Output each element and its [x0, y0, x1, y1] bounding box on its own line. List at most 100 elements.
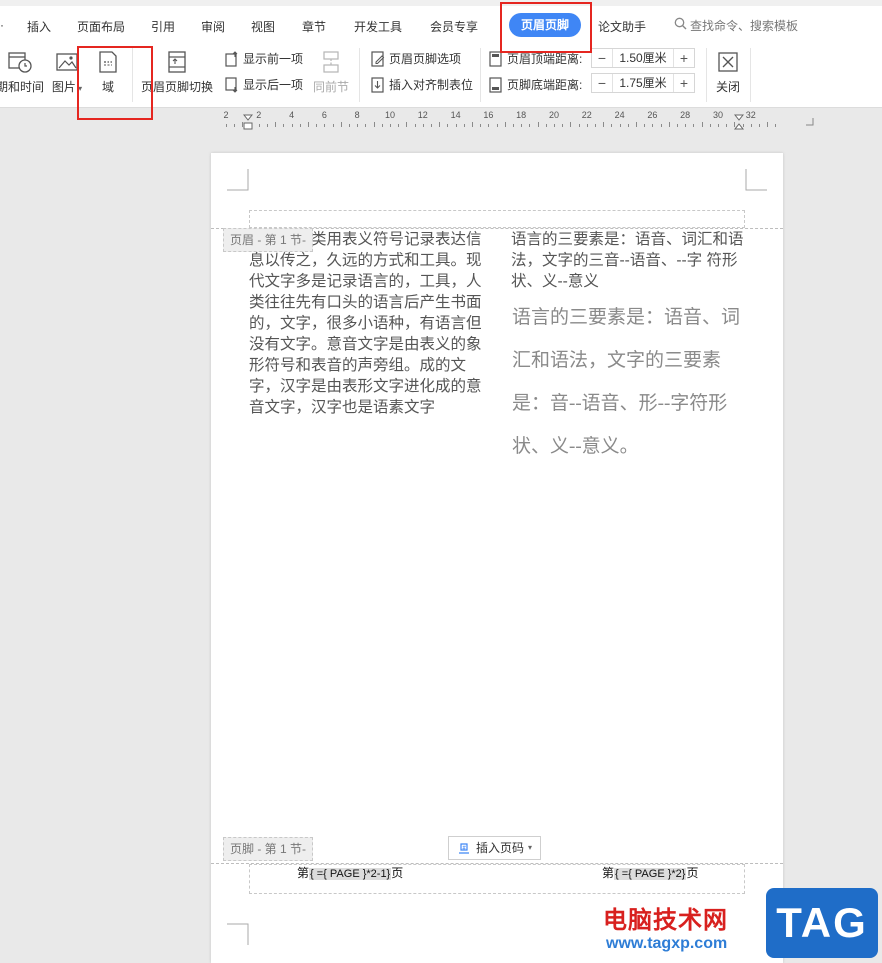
- header-footer-options-button[interactable]: 页眉页脚选项: [370, 50, 461, 67]
- ruler-tick: [258, 124, 260, 127]
- top-right-margin-mark: [745, 169, 767, 191]
- tab-references[interactable]: 引用: [151, 18, 175, 35]
- ruler-tick: [627, 124, 629, 127]
- right-column-text[interactable]: 语言的三要素是：语音、词汇和语法，文字的三音--语音、--字 符形状、义--意义: [511, 229, 751, 292]
- picture-label: 图片: [51, 80, 76, 94]
- tab-developer[interactable]: 开发工具: [354, 18, 402, 35]
- show-next-button[interactable]: 显示后一项: [224, 76, 303, 93]
- ruler-tick: [349, 124, 350, 127]
- ruler-number: 28: [680, 110, 691, 120]
- footer-bottom-distance-label-group: 页脚底端距离:: [488, 76, 582, 93]
- ruler-number: 20: [548, 110, 560, 120]
- show-previous-button[interactable]: 显示前一项: [224, 50, 303, 67]
- ruler-number: 12: [417, 110, 428, 120]
- ruler-corner-mark: [806, 118, 814, 126]
- header-top-distance-value[interactable]: 1.50厘米: [612, 49, 674, 67]
- tab-member[interactable]: 会员专享: [430, 18, 478, 35]
- ruler-number: 16: [483, 110, 494, 120]
- title-strip: [0, 0, 882, 6]
- date-time-button[interactable]: 期和时间: [0, 50, 46, 95]
- previous-page-icon: [225, 50, 238, 67]
- increase-button[interactable]: +: [674, 74, 694, 92]
- ruler-tick: [406, 122, 408, 127]
- tab-view[interactable]: 视图: [251, 18, 275, 35]
- ruler-tick: [693, 124, 695, 127]
- ruler-number: 30: [712, 110, 724, 120]
- ruler-number: 4: [289, 110, 295, 120]
- insert-align-tab-button[interactable]: 插入对齐制表位: [370, 76, 473, 93]
- ruler-tick: [504, 122, 506, 127]
- ruler-tick: [447, 124, 449, 127]
- ruler-tick: [439, 122, 441, 127]
- image-icon: [56, 53, 78, 71]
- ruler-tick: [603, 122, 605, 127]
- header-top-distance-spinner[interactable]: − 1.50厘米 +: [591, 48, 695, 68]
- ruler-tick: [431, 124, 432, 127]
- ruler-tick: [381, 124, 383, 127]
- right-column-serif-text[interactable]: 语言的三要素是：语音、词汇和语法，文字的三要素是：音--语音、形--字符形状、义…: [512, 296, 757, 468]
- ruler-tick: [299, 124, 301, 127]
- svg-text:#: #: [462, 846, 466, 852]
- ruler-tick: [398, 124, 400, 127]
- ruler-tick: [324, 124, 326, 127]
- link-sections-icon: [323, 51, 339, 73]
- tab-insert[interactable]: 插入: [27, 18, 51, 35]
- ruler-tick: [455, 124, 457, 127]
- ruler-tick: [463, 124, 465, 127]
- ruler-tick: [226, 124, 227, 127]
- ruler-tick: [283, 124, 285, 127]
- same-as-previous-label: 同前节: [312, 80, 349, 94]
- decrease-button[interactable]: −: [592, 49, 612, 67]
- document-page[interactable]: 文字是人类用表义符号记录表达信息以传之，久远的方式和工具。现代文字多是记录语言的…: [211, 153, 783, 963]
- header-area[interactable]: [249, 210, 745, 228]
- menu-bar: · 插入 页面布局 引用 审阅 视图 章节 开发工具 会员专享 页眉页脚 论文助…: [0, 0, 882, 44]
- insert-page-number-button[interactable]: # 插入页码 ▾: [448, 836, 542, 860]
- watermark-tag-logo: TAG: [766, 888, 878, 958]
- watermark-site-name: 电脑技术网: [603, 907, 728, 934]
- ruler-tick: [545, 124, 547, 127]
- ruler-number: 26: [647, 110, 658, 120]
- ruler-tick: [775, 124, 777, 127]
- command-search[interactable]: 查找命令、搜索模板: [674, 17, 798, 34]
- tab-section[interactable]: 章节: [302, 18, 326, 35]
- ruler-tick: [234, 124, 236, 127]
- footer-right-page-field[interactable]: 第{ ={ PAGE }*2}页: [602, 864, 698, 881]
- options-label: 页眉页脚选项: [389, 52, 462, 66]
- ruler-tick: [521, 124, 523, 127]
- ruler-tick: [275, 122, 277, 127]
- top-left-margin-mark: [227, 169, 249, 191]
- footer-left-field-code[interactable]: { ={ PAGE }*2-1}: [309, 868, 392, 880]
- ruler-tick: [750, 124, 752, 127]
- footer-right-field-code[interactable]: { ={ PAGE }*2}: [614, 868, 687, 880]
- left-column-text[interactable]: 文字是人类用表义符号记录表达信息以传之，久远的方式和工具。现代文字多是记录语言的…: [249, 229, 489, 418]
- close-header-footer-button[interactable]: 关闭: [712, 50, 744, 95]
- ruler-tick: [308, 122, 309, 127]
- ruler-tick: [611, 124, 613, 127]
- ruler-tick: [660, 124, 662, 127]
- header-footer-tab-highlight-box: [500, 2, 592, 53]
- tab-edge-fragment: ·: [0, 18, 4, 32]
- close-icon: [718, 52, 738, 72]
- decrease-button[interactable]: −: [592, 74, 612, 92]
- close-label: 关闭: [715, 80, 740, 94]
- ruler-tick: [340, 122, 342, 127]
- search-icon: [674, 17, 687, 30]
- footer-distance-icon: [489, 76, 502, 93]
- tab-thesis[interactable]: 论文助手: [598, 18, 646, 35]
- footer-left-page-field[interactable]: 第{ ={ PAGE }*2-1}页: [297, 864, 403, 881]
- ruler-tick: [291, 124, 293, 127]
- footer-bottom-distance-value[interactable]: 1.75厘米: [612, 74, 674, 92]
- increase-button[interactable]: +: [674, 49, 694, 67]
- same-as-previous-button[interactable]: 同前节: [310, 50, 352, 95]
- tab-review[interactable]: 审阅: [201, 18, 225, 35]
- indent-marker-icon[interactable]: [243, 114, 253, 130]
- options-icon: [371, 50, 385, 67]
- tab-page-layout[interactable]: 页面布局: [77, 18, 125, 35]
- right-indent-marker-icon[interactable]: [734, 114, 744, 130]
- footer-bottom-distance-spinner[interactable]: − 1.75厘米 +: [591, 73, 695, 93]
- ruler-tick: [562, 124, 564, 127]
- switch-header-footer-icon: [168, 51, 186, 73]
- ruler-tick: [619, 124, 621, 127]
- horizontal-ruler[interactable]: 2 2 4 6 8 10 12 14 16 18 20 22 24 26 28 30 32: [216, 108, 816, 130]
- field-highlight-box: [77, 46, 153, 120]
